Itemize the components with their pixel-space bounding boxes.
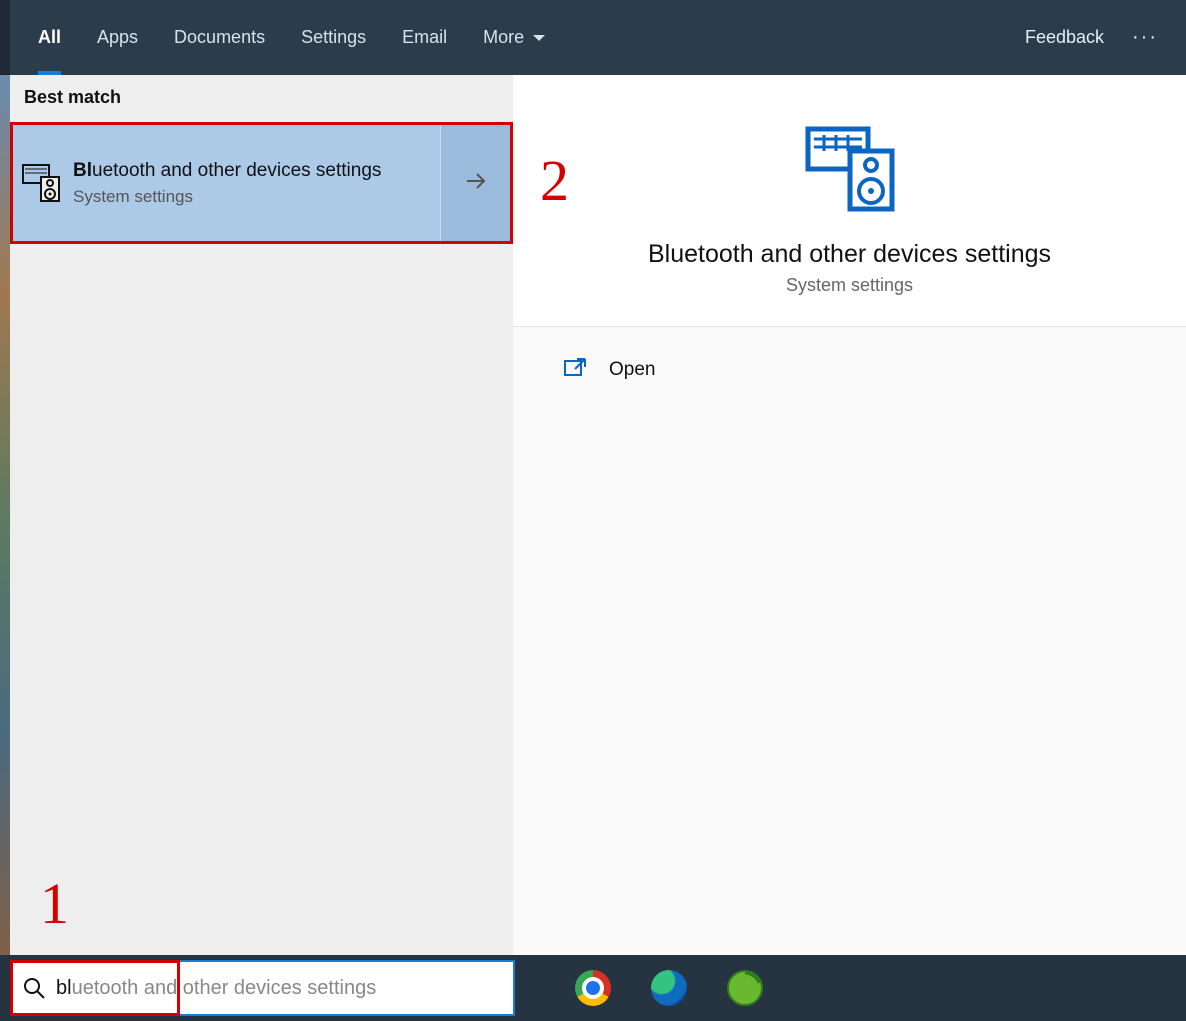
result-title-highlight: Bl xyxy=(73,160,92,181)
search-input[interactable]: bluetooth and other devices settings xyxy=(10,960,515,1016)
feedback-button[interactable]: Feedback xyxy=(1025,27,1104,48)
tab-documents[interactable]: Documents xyxy=(174,0,265,75)
tab-label: Email xyxy=(402,27,447,48)
tab-label: Documents xyxy=(174,27,265,48)
open-icon xyxy=(563,355,587,385)
tab-email[interactable]: Email xyxy=(402,0,447,75)
tab-apps[interactable]: Apps xyxy=(97,0,138,75)
tab-settings[interactable]: Settings xyxy=(301,0,366,75)
search-autocomplete: uetooth and other devices settings xyxy=(72,977,377,999)
results-panel: Best match xyxy=(10,75,513,955)
best-match-header: Best match xyxy=(10,75,513,118)
tab-label: All xyxy=(38,27,61,48)
search-typed: bl xyxy=(56,977,72,999)
tab-label: Apps xyxy=(97,27,138,48)
tab-more[interactable]: More xyxy=(483,0,546,75)
chevron-down-icon xyxy=(532,27,546,48)
taskbar-app-edge[interactable] xyxy=(651,970,687,1006)
search-scope-tabs: All Apps Documents Settings Email More F… xyxy=(10,0,1186,75)
result-subtitle: System settings xyxy=(73,187,436,207)
preview-panel: Bluetooth and other devices settings Sys… xyxy=(513,75,1186,955)
feedback-label: Feedback xyxy=(1025,27,1104,47)
tab-label: Settings xyxy=(301,27,366,48)
preview-subtitle: System settings xyxy=(543,275,1156,296)
search-icon xyxy=(12,977,56,999)
arrow-right-icon xyxy=(463,168,489,199)
ellipsis-icon: ··· xyxy=(1132,26,1158,48)
options-button[interactable]: ··· xyxy=(1132,26,1158,49)
action-open[interactable]: Open xyxy=(563,355,1136,385)
tab-label: More xyxy=(483,27,524,48)
result-expand-button[interactable] xyxy=(440,125,510,241)
taskbar-app-coccoc[interactable] xyxy=(727,970,763,1006)
taskbar: bluetooth and other devices settings xyxy=(0,955,1186,1021)
preview-card: Bluetooth and other devices settings Sys… xyxy=(513,75,1186,327)
result-bluetooth-settings[interactable]: Bluetooth and other devices settings Sys… xyxy=(10,122,513,244)
taskbar-app-chrome[interactable] xyxy=(575,970,611,1006)
search-text: bluetooth and other devices settings xyxy=(56,977,376,1000)
action-label: Open xyxy=(609,359,655,381)
devices-settings-icon xyxy=(21,159,65,208)
result-title: Bluetooth and other devices settings xyxy=(73,159,436,184)
preview-title: Bluetooth and other devices settings xyxy=(543,240,1156,269)
desktop-background-strip xyxy=(0,75,10,955)
result-title-rest: uetooth and other devices settings xyxy=(92,160,381,181)
devices-settings-large-icon xyxy=(800,115,900,220)
tab-all[interactable]: All xyxy=(38,0,61,75)
